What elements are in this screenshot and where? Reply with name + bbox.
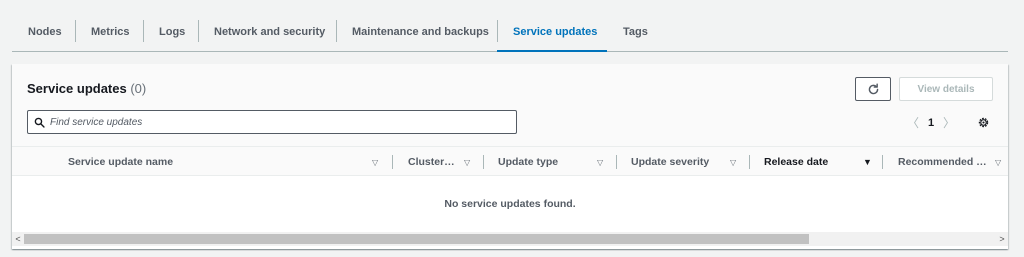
tab-tags[interactable]: Tags <box>607 12 667 51</box>
refresh-icon <box>868 82 878 94</box>
tab-bar: Nodes Metrics Logs Network and security … <box>12 12 1008 52</box>
column-header-recommended[interactable]: Recommended … <box>898 147 987 177</box>
sort-icon[interactable]: ▽ <box>464 147 470 177</box>
sort-icon[interactable]: ▽ <box>995 147 1001 177</box>
scrollbar-thumb[interactable] <box>24 234 809 244</box>
chevron-left-icon[interactable]: 〈 <box>902 114 924 131</box>
gear-icon[interactable] <box>975 114 991 130</box>
tab-metrics[interactable]: Metrics <box>75 12 143 51</box>
refresh-button[interactable] <box>855 77 891 101</box>
panel-title-count: (0) <box>130 81 147 96</box>
search-icon <box>28 111 50 133</box>
column-header-cluster[interactable]: Cluster… <box>408 147 455 177</box>
panel-title-text: Service updates <box>27 81 127 96</box>
column-header-release-date[interactable]: Release date <box>764 147 828 177</box>
column-divider[interactable] <box>882 155 883 169</box>
sort-descending-icon[interactable]: ▼ <box>863 147 872 177</box>
sort-icon[interactable]: ▽ <box>372 147 378 177</box>
sort-icon[interactable]: ▽ <box>730 147 736 177</box>
tab-nodes[interactable]: Nodes <box>12 12 75 51</box>
horizontal-scrollbar[interactable]: < > <box>12 232 1008 246</box>
panel-title: Service updates (0) <box>27 81 146 96</box>
column-header-service-update-name[interactable]: Service update name <box>68 147 173 177</box>
page-number[interactable]: 1 <box>924 117 938 129</box>
column-header-update-type[interactable]: Update type <box>498 147 558 177</box>
tab-network-and-security[interactable]: Network and security <box>198 12 336 51</box>
column-header-update-severity[interactable]: Update severity <box>631 147 709 177</box>
pagination: 〈 1 〉 <box>902 114 960 131</box>
empty-state-message: No service updates found. <box>444 198 576 210</box>
column-divider[interactable] <box>749 155 750 169</box>
view-details-button[interactable]: View details <box>899 77 993 101</box>
service-updates-panel: Service updates (0) View details 〈 1 <box>12 64 1008 249</box>
tab-service-updates[interactable]: Service updates <box>497 12 607 52</box>
scroll-right-icon[interactable]: > <box>996 232 1008 246</box>
column-divider[interactable] <box>392 155 393 169</box>
scroll-left-icon[interactable]: < <box>12 232 24 246</box>
table-header: Service update name ▽ Cluster… ▽ Update … <box>12 146 1008 176</box>
tab-logs[interactable]: Logs <box>143 12 198 51</box>
column-divider[interactable] <box>616 155 617 169</box>
column-divider[interactable] <box>483 155 484 169</box>
tab-maintenance-and-backups[interactable]: Maintenance and backups <box>336 12 497 51</box>
panel-header: Service updates (0) View details 〈 1 <box>12 64 1008 146</box>
search-field[interactable] <box>27 110 517 134</box>
chevron-right-icon[interactable]: 〉 <box>938 114 960 131</box>
search-input[interactable] <box>50 116 490 128</box>
sort-icon[interactable]: ▽ <box>597 147 603 177</box>
